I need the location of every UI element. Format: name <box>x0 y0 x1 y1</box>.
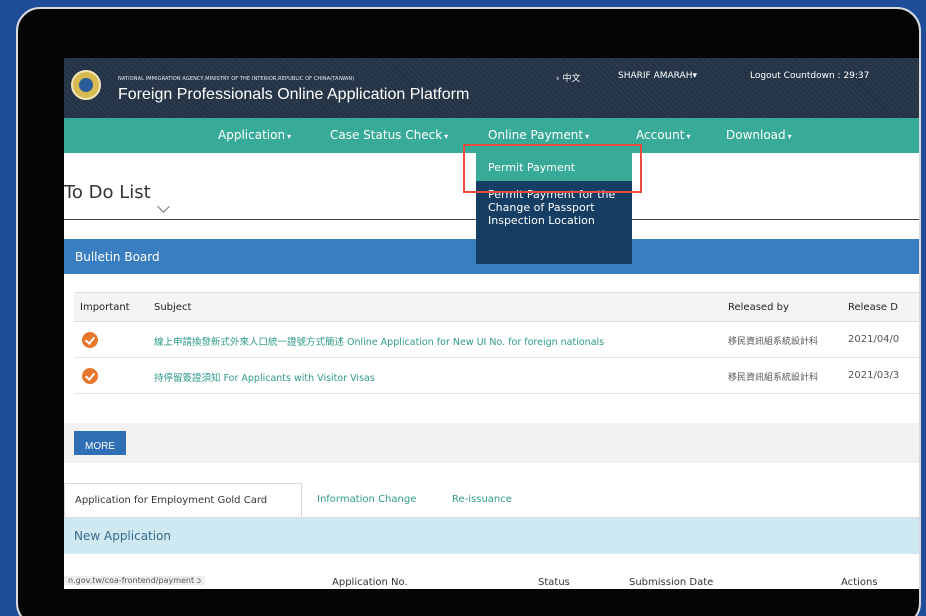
nav-case-status-check[interactable]: Case Status Check ▾ <box>330 128 448 142</box>
nav-label: Account <box>636 128 685 142</box>
tab-information-change[interactable]: Information Change <box>317 494 416 505</box>
released-by: 移民資訊組系統設計科 <box>728 373 819 383</box>
column-header: Subject <box>154 302 192 313</box>
column-header: Application No. <box>332 577 408 588</box>
user-menu[interactable]: SHARIF AMARAH▾ <box>618 71 697 81</box>
section-title: New Application <box>74 529 172 543</box>
bulletin-footer: MORE <box>64 423 919 463</box>
more-button[interactable]: MORE <box>74 431 126 455</box>
highlight-box <box>463 144 642 193</box>
tab-re-issuance[interactable]: Re-issuance <box>452 494 512 505</box>
nav-label: Download <box>726 128 786 142</box>
chevron-down-icon: ▾ <box>287 132 292 141</box>
chevron-down-icon[interactable] <box>157 200 170 213</box>
chevron-down-icon: ▾ <box>686 132 691 141</box>
bulletin-title: Bulletin Board <box>75 250 160 264</box>
important-check-icon <box>82 368 98 384</box>
browser-viewport: NATIONAL IMMIGRATION AGENCY,MINISTRY OF … <box>64 58 919 589</box>
agency-emblem-icon <box>71 70 101 100</box>
bulletin-subject-link[interactable]: 線上申請換發新式外來人口統一證號方式簡述 Online Application … <box>154 334 604 348</box>
column-header: Important <box>80 302 130 313</box>
nav-account[interactable]: Account ▾ <box>636 128 690 142</box>
menu-item-permit-payment-change-location[interactable]: Permit Payment for the Change of Passpor… <box>488 188 630 227</box>
application-table-header: n.gov.tw/coa-frontend/payment ↄ Applicat… <box>64 574 919 589</box>
user-name: SHARIF AMARAH <box>618 71 693 81</box>
status-bar-url: n.gov.tw/coa-frontend/payment ↄ <box>64 576 206 585</box>
important-check-icon <box>82 332 98 348</box>
agency-name: NATIONAL IMMIGRATION AGENCY,MINISTRY OF … <box>118 76 355 82</box>
column-header: Actions <box>841 577 878 588</box>
table-row: 持停留簽證須知 For Applicants with Visitor Visa… <box>74 358 919 394</box>
chevron-down-icon: ▾ <box>787 132 792 141</box>
nav-label: Application <box>218 128 286 142</box>
column-header: Submission Date <box>629 577 714 588</box>
release-date: 2021/04/0 <box>848 334 900 345</box>
column-header: Status <box>538 577 570 588</box>
chevron-down-icon: ▾ <box>585 132 590 141</box>
chevron-down-icon: ▾ <box>692 71 698 81</box>
header-bar: NATIONAL IMMIGRATION AGENCY,MINISTRY OF … <box>64 58 919 118</box>
page-title: To Do List <box>64 182 151 203</box>
release-date: 2021/03/3 <box>848 370 900 381</box>
language-switch[interactable]: › 中文 <box>556 71 580 84</box>
nav-online-payment[interactable]: Online Payment ▾ <box>488 128 589 142</box>
new-application-header: New Application <box>64 518 919 554</box>
nav-label: Case Status Check <box>330 128 443 142</box>
device-frame: NATIONAL IMMIGRATION AGENCY,MINISTRY OF … <box>16 7 921 616</box>
nav-application[interactable]: Application ▾ <box>218 128 291 142</box>
platform-title: Foreign Professionals Online Application… <box>118 86 470 103</box>
released-by: 移民資訊組系統設計科 <box>728 337 819 347</box>
bulletin-table-header: Important Subject Released by Release D <box>74 292 919 322</box>
tab-employment-gold-card[interactable]: Application for Employment Gold Card <box>64 483 302 518</box>
bulletin-subject-link[interactable]: 持停留簽證須知 For Applicants with Visitor Visa… <box>154 370 375 384</box>
nav-download[interactable]: Download ▾ <box>726 128 792 142</box>
logout-countdown: Logout Countdown : 29:37 <box>750 71 870 81</box>
column-header: Released by <box>728 302 789 313</box>
nav-label: Online Payment <box>488 128 584 142</box>
chevron-down-icon: ▾ <box>444 132 449 141</box>
table-row: 線上申請換發新式外來人口統一證號方式簡述 Online Application … <box>74 322 919 358</box>
column-header: Release D <box>848 302 898 313</box>
